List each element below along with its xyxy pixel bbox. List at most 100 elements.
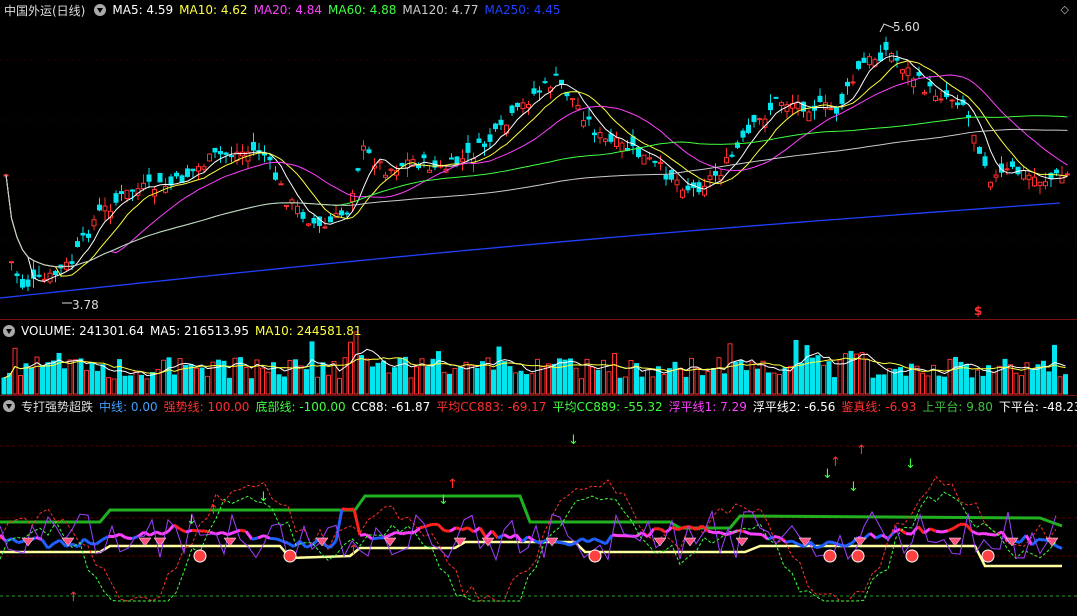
price-panel[interactable]: 中国外运(日线) MA5: 4.59 MA10: 4.62 MA20: 4.84 MA… [0, 0, 1077, 318]
panel-close-icon[interactable]: ◇ [1061, 3, 1069, 16]
candle-body [130, 189, 135, 192]
volume-panel[interactable]: VOLUME: 241301.64 MA5: 216513.95 MA10: 244… [0, 320, 1077, 395]
volume-bar [469, 365, 474, 395]
down-arrow-icon: ↓ [848, 480, 859, 495]
volume-bar [370, 366, 375, 395]
strategy-chart[interactable]: ↓↓↓↓↓↓↓↑↑↑↑↑↑ [0, 396, 1077, 616]
volume-bar [705, 370, 711, 395]
candle-body [724, 157, 729, 164]
candle-body [663, 174, 669, 180]
str-label-10: 下平台: -48.23 [998, 399, 1077, 414]
candle-body [916, 72, 922, 76]
candle-body [487, 134, 493, 142]
volume-bar [1052, 344, 1057, 395]
strength-wave [47, 542, 55, 550]
candle-body [542, 81, 548, 84]
volume-bar [749, 361, 755, 395]
ma-label-2: MA20: 4.84 [253, 3, 322, 17]
candle-body [201, 166, 207, 170]
volume-bar [766, 372, 771, 395]
dropdown-icon[interactable] [3, 400, 15, 412]
volume-bar [848, 350, 854, 395]
strength-wave [389, 530, 397, 537]
volume-bar [936, 375, 942, 395]
volume-bar [183, 364, 188, 395]
candle-body [740, 130, 746, 138]
volume-bar [683, 376, 689, 395]
volume-bar [590, 366, 595, 395]
candle-body [559, 79, 564, 85]
volume-bar [199, 367, 205, 395]
candle-body [119, 191, 124, 195]
candle-body [982, 156, 988, 166]
volume-bar [1008, 364, 1013, 395]
candle-body [702, 185, 707, 196]
ma-indicators: MA5: 4.59 MA10: 4.62 MA20: 4.84 MA60: 4.88 M… [112, 3, 566, 17]
volume-bar [364, 358, 370, 395]
volume-bar [474, 368, 480, 395]
volume-bar [73, 359, 78, 395]
candle-body [20, 278, 25, 288]
volume-bar [139, 374, 144, 395]
candle-body [685, 185, 691, 191]
str-label-1: 强势线: 100.00 [163, 399, 250, 414]
candle-body [614, 137, 619, 147]
down-arrow-icon: ↓ [258, 490, 269, 505]
ma-label-1: MA10: 4.62 [179, 3, 248, 17]
strength-wave [179, 527, 187, 534]
candle-body [300, 212, 306, 219]
candle-body [1021, 170, 1026, 180]
candle-body [806, 111, 812, 122]
volume-bar [650, 376, 656, 395]
strength-wave [17, 539, 25, 545]
candle-body [993, 174, 999, 178]
strategy-panel[interactable]: 专打强势超跌 中线: 0.00 强势线: 100.00 底部线: -100.00 CC… [0, 396, 1077, 616]
candle-body [971, 134, 977, 144]
strength-wave [916, 525, 926, 535]
volume-bar [161, 359, 166, 395]
volume-bar [144, 378, 150, 395]
strength-wave [95, 538, 103, 546]
strength-wave [971, 529, 979, 536]
volume-bar [903, 375, 909, 395]
volume-bar [89, 362, 95, 395]
volume-bar [661, 373, 667, 395]
candle-body [454, 156, 460, 165]
dropdown-icon[interactable] [3, 325, 15, 337]
buy-ball-icon [823, 549, 837, 563]
candle-body [322, 226, 328, 229]
volume-legend: VOLUME: 241301.64 MA5: 216513.95 MA10: 244… [0, 322, 374, 340]
strength-wave [155, 530, 163, 536]
candle-body [460, 158, 465, 163]
buy-ball-icon [283, 549, 297, 563]
vol-label-1: MA5: 216513.95 [150, 324, 249, 338]
candle-body [1026, 174, 1032, 180]
candle-body [267, 156, 273, 161]
buy-ball-icon [981, 549, 995, 563]
strategy-indicators: 中线: 0.00 强势线: 100.00 底部线: -100.00 CC88: -61… [99, 398, 1077, 415]
ma20-line [5, 74, 1068, 268]
volume-bar [573, 367, 579, 395]
candle-body [889, 53, 894, 62]
volume-bar [51, 360, 56, 395]
buy-ball-icon [905, 549, 919, 563]
candle-body [586, 116, 592, 120]
strength-wave [166, 523, 176, 533]
str-label-7: 浮平线2: -6.56 [752, 399, 836, 414]
candle-body [141, 182, 146, 190]
strength-wave [983, 532, 991, 537]
candle-body [185, 168, 190, 177]
volume-bar [194, 367, 199, 395]
volume-bar [738, 359, 744, 395]
volume-bar [78, 358, 84, 395]
candle-body [1037, 181, 1043, 186]
candle-body [278, 183, 284, 186]
diamond-signal-icon [683, 537, 697, 547]
volume-bar [925, 375, 931, 395]
candle-body [592, 132, 597, 136]
dropdown-icon[interactable] [94, 4, 107, 16]
candle-body [856, 61, 861, 69]
strength-wave [743, 529, 751, 536]
candlestick-chart[interactable] [0, 0, 1077, 318]
candle-body [927, 81, 933, 87]
